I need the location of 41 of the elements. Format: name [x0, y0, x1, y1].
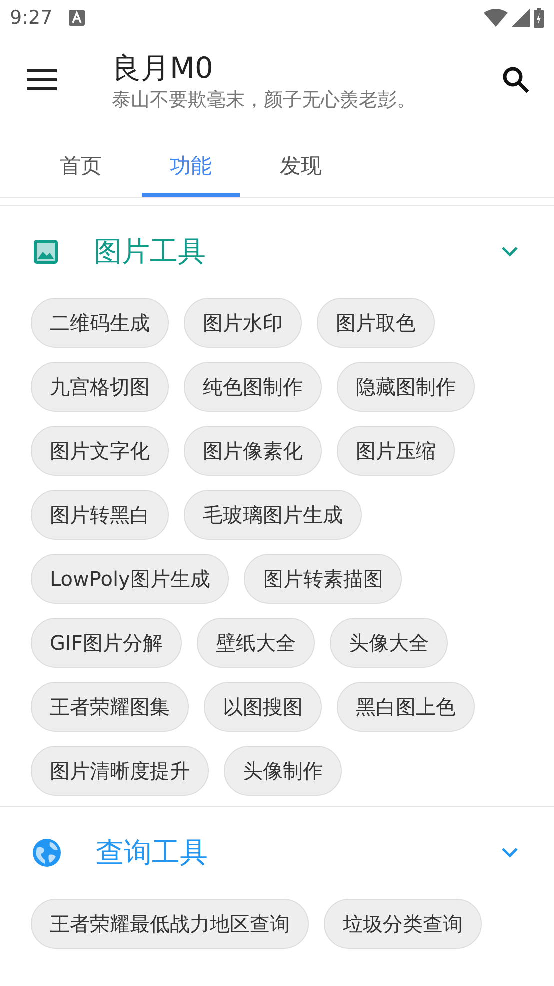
- tab[interactable]: 发现: [252, 140, 350, 197]
- tool-chip[interactable]: 隐藏图制作: [337, 362, 475, 412]
- tab[interactable]: 首页: [32, 140, 130, 197]
- tool-chip[interactable]: GIF图片分解: [31, 618, 182, 668]
- globe-icon: [32, 838, 62, 868]
- search-icon: [502, 66, 530, 94]
- tool-chip[interactable]: 图片像素化: [184, 426, 322, 476]
- image-icon: [32, 238, 60, 266]
- chevron-icon: [501, 246, 519, 258]
- tool-chip[interactable]: 纯色图制作: [184, 362, 322, 412]
- battery-icon: [534, 8, 544, 28]
- tool-chip[interactable]: 九宫格切图: [31, 362, 169, 412]
- tool-chip[interactable]: LowPoly图片生成: [31, 554, 230, 604]
- menu-icon: [27, 69, 57, 91]
- tool-chip[interactable]: 毛玻璃图片生成: [184, 490, 362, 540]
- chevron-icon: [501, 847, 519, 859]
- app-subtitle: 泰山不要欺毫末，颜子无心羡老彭。: [112, 88, 417, 113]
- tool-chip[interactable]: 图片转黑白: [31, 490, 169, 540]
- tool-chip[interactable]: 图片水印: [184, 298, 302, 348]
- tool-chip[interactable]: 以图搜图: [204, 682, 322, 732]
- tool-chip[interactable]: 图片取色: [317, 298, 435, 348]
- wifi-icon: [484, 9, 508, 27]
- section-title: 图片工具: [94, 234, 207, 270]
- section-title: 查询工具: [96, 835, 209, 871]
- tool-chip[interactable]: 头像制作: [224, 746, 342, 796]
- tool-chip[interactable]: 二维码生成: [31, 298, 169, 348]
- keyboard-notification-icon: [68, 10, 85, 26]
- app-title: 良月M0: [112, 50, 214, 86]
- signal-icon: [512, 9, 530, 27]
- tool-chip[interactable]: 黑白图上色: [337, 682, 475, 732]
- tab[interactable]: 功能: [142, 140, 240, 197]
- status-time: 9:27: [10, 6, 53, 31]
- tool-chip[interactable]: 王者荣耀图集: [31, 682, 189, 732]
- tool-chip[interactable]: 垃圾分类查询: [324, 899, 482, 949]
- tool-chip[interactable]: 壁纸大全: [196, 618, 315, 668]
- tool-chip[interactable]: 头像大全: [330, 618, 448, 668]
- tool-chip[interactable]: 王者荣耀最低战力地区查询: [31, 899, 309, 949]
- tool-chip[interactable]: 图片压缩: [337, 426, 455, 476]
- tool-chip[interactable]: 图片清晰度提升: [31, 746, 209, 796]
- tool-chip[interactable]: 图片文字化: [31, 426, 169, 476]
- tool-chip[interactable]: 图片转素描图: [244, 554, 402, 604]
